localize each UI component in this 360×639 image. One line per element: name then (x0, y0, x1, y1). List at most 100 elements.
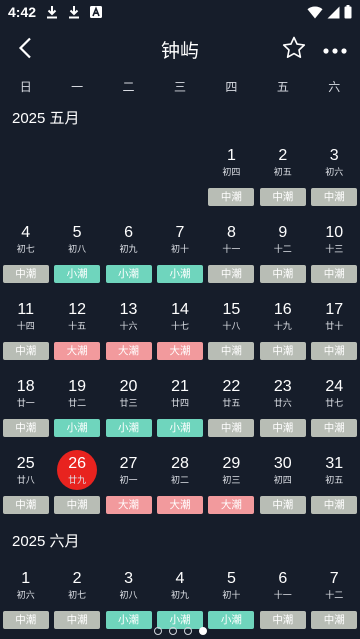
day-number-wrap: 28 初二 (160, 450, 200, 490)
lunar-date: 十四 (16, 320, 35, 331)
day-cell[interactable]: 3 初六 中潮 (309, 138, 360, 215)
day-cell[interactable]: 21 廿四 小潮 (154, 369, 205, 446)
day-cell[interactable]: 22 廿五 中潮 (206, 369, 257, 446)
day-number: 1 (226, 146, 236, 164)
weekday-label: 二 (122, 80, 135, 94)
day-number: 5 (72, 223, 82, 241)
weekday-label: 五 (276, 80, 289, 94)
day-cell[interactable]: 12 十五 大潮 (51, 292, 102, 369)
tide-badge: 中潮 (208, 188, 255, 206)
day-cell[interactable]: 9 十二 中潮 (257, 215, 308, 292)
lunar-date: 初六 (325, 166, 344, 177)
tide-badge: 中潮 (2, 342, 49, 360)
star-outline-icon (282, 36, 306, 64)
day-cell[interactable]: 7 初十 小潮 (154, 215, 205, 292)
day-number-wrap: 18 廿一 (6, 373, 46, 413)
day-cell[interactable]: 16 十九 中潮 (257, 292, 308, 369)
day-number-wrap: 6 初九 (109, 219, 149, 259)
day-cell[interactable]: 10 十三 中潮 (309, 215, 360, 292)
lunar-date: 十一 (222, 243, 241, 254)
day-cell[interactable]: 15 十八 中潮 (206, 292, 257, 369)
calendar-list[interactable]: 2025 五月 1 初四 中潮 2 初五 中潮 3 初六 中潮 4 初七 中潮 5 初八 小潮 6 初九 小潮 7 初十… (0, 100, 360, 638)
day-cell[interactable]: 2 初五 中潮 (257, 138, 308, 215)
day-cell[interactable]: 23 廿六 中潮 (257, 369, 308, 446)
page-dot[interactable] (168, 627, 177, 635)
tide-badge: 中潮 (259, 419, 306, 437)
more-button[interactable] (320, 36, 350, 64)
page-dot[interactable] (153, 627, 162, 635)
day-number: 18 (16, 377, 35, 395)
day-cell[interactable]: 4 初七 中潮 (0, 215, 51, 292)
day-cell[interactable]: 6 初九小潮 (103, 215, 154, 292)
day-number: 16 (273, 300, 292, 318)
day-cell[interactable]: 11 十四 中潮 (0, 292, 51, 369)
day-cell[interactable]: 18 廿一中潮 (0, 369, 51, 446)
day-cell[interactable]: 13 十六 大潮 (103, 292, 154, 369)
tide-badge: 小潮 (105, 265, 152, 283)
lunar-date: 初七 (16, 243, 35, 254)
weekday-header: 日 一 二 三 四 五 六 (0, 74, 360, 100)
day-number-wrap: 27 初一 (109, 450, 149, 490)
day-number: 30 (273, 454, 292, 472)
lunar-date: 初四 (222, 166, 241, 177)
lunar-date: 十八 (222, 320, 241, 331)
day-cell[interactable]: 29 初三 大潮 (206, 446, 257, 523)
status-time: 4:42 (8, 4, 37, 20)
day-number: 2 (72, 569, 82, 587)
day-cell[interactable]: 24 廿七 中潮 (309, 369, 360, 446)
day-number: 4 (21, 223, 31, 241)
day-number-wrap: 3 初八 (109, 565, 149, 605)
day-cell[interactable]: 19 廿二小潮 (51, 369, 102, 446)
page-dot-active[interactable] (198, 627, 207, 635)
lunar-date: 廿二 (68, 397, 87, 408)
day-number: 3 (329, 146, 339, 164)
day-cell[interactable]: 14 十七 大潮 (154, 292, 205, 369)
day-cell[interactable]: 27 初一 大潮 (103, 446, 154, 523)
empty-day-cell (154, 138, 205, 215)
day-cell[interactable]: 20 廿三 小潮 (103, 369, 154, 446)
tide-badge: 小潮 (156, 265, 203, 283)
day-number-wrap: 4 初九 (160, 565, 200, 605)
day-cell[interactable]: 1 初四中潮 (206, 138, 257, 215)
day-number: 22 (222, 377, 241, 395)
day-cell[interactable]: 17 廿十 中潮 (309, 292, 360, 369)
day-cell[interactable]: 5 初八 小潮 (51, 215, 102, 292)
lunar-date: 廿四 (170, 397, 189, 408)
empty-day-cell (0, 138, 51, 215)
page-dot[interactable] (183, 627, 192, 635)
day-number-wrap: 12 十五 (57, 296, 97, 336)
tide-badge: 中潮 (2, 419, 49, 437)
day-number: 17 (325, 300, 344, 318)
day-number: 8 (226, 223, 236, 241)
day-cell-today[interactable]: 26 廿九 中潮 (51, 446, 102, 523)
day-number: 26 (68, 454, 87, 472)
lunar-date: 廿五 (222, 397, 241, 408)
lunar-date: 初十 (170, 243, 189, 254)
tide-badge: 小潮 (156, 419, 203, 437)
week-row: 1 初四中潮 2 初五 中潮 3 初六中潮 (0, 138, 360, 215)
battery-icon (344, 5, 352, 19)
tide-badge: 中潮 (259, 188, 306, 206)
back-button[interactable] (10, 36, 40, 64)
favorite-button[interactable] (280, 36, 308, 64)
day-number-wrap: 2 初七 (57, 565, 97, 605)
day-number-wrap: 24 廿七 (314, 373, 354, 413)
tide-badge: 小潮 (54, 419, 101, 437)
day-number: 12 (68, 300, 87, 318)
day-cell[interactable]: 28 初二 大潮 (154, 446, 205, 523)
day-number: 2 (278, 146, 288, 164)
week-row: 11 十四 中潮 12 十五 大潮 13 十六 大潮 14 十七 大潮 15 十八 中潮 16 十九 中潮 17 廿十… (0, 292, 360, 369)
day-number-wrap: 30 初四 (263, 450, 303, 490)
download-icon (68, 5, 80, 19)
lunar-date: 廿一 (16, 397, 35, 408)
day-cell[interactable]: 8 十一 中潮 (206, 215, 257, 292)
lunar-date: 廿九 (68, 474, 87, 485)
tide-badge: 中潮 (311, 265, 358, 283)
day-cell[interactable]: 25 廿八 中潮 (0, 446, 51, 523)
day-cell[interactable]: 31 初五 中潮 (309, 446, 360, 523)
tide-badge: 中潮 (208, 342, 255, 360)
lunar-date: 十二 (273, 243, 292, 254)
day-number: 19 (68, 377, 87, 395)
lunar-date: 初十 (222, 589, 241, 600)
day-cell[interactable]: 30 初四 中潮 (257, 446, 308, 523)
